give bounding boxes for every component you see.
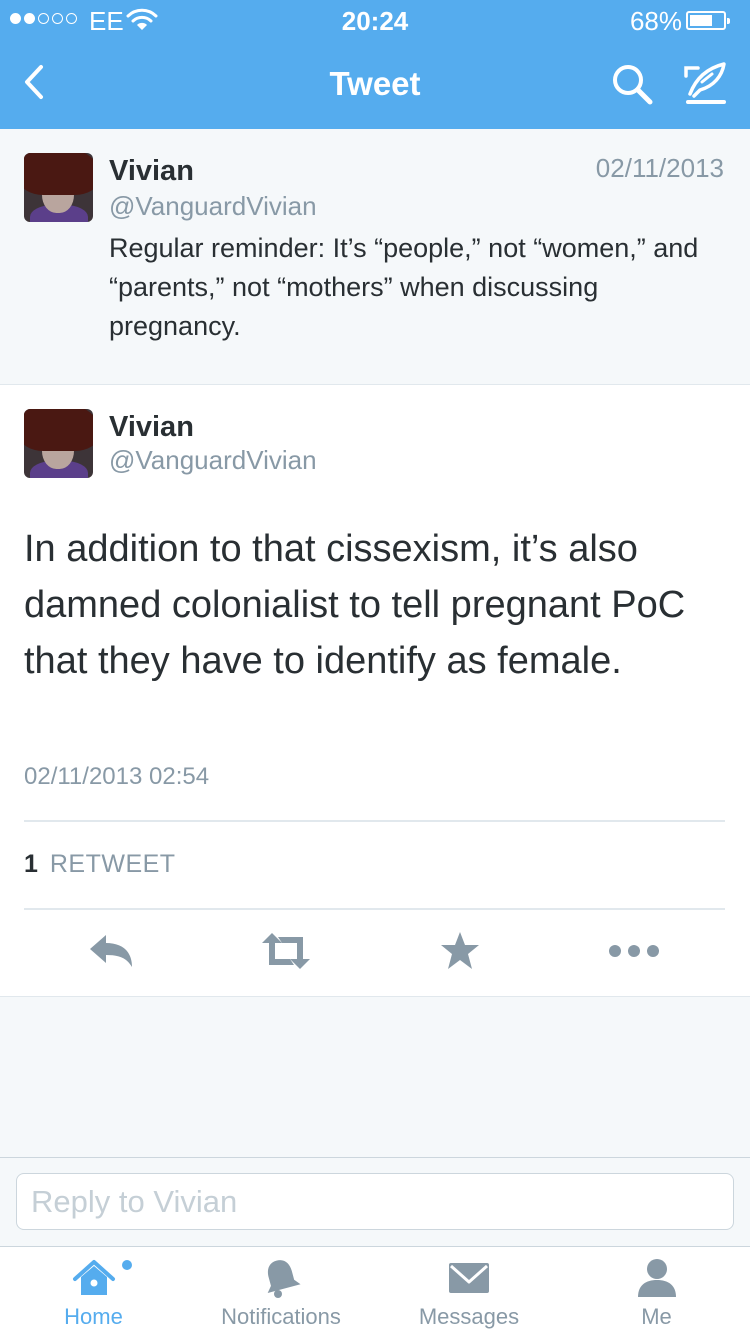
tab-label: Messages xyxy=(418,1304,520,1329)
retweet-count-label: RETWEET xyxy=(49,850,176,878)
retweet-icon xyxy=(262,933,310,969)
avatar[interactable] xyxy=(24,153,93,222)
tweet-date: 02/11/2013 xyxy=(595,153,724,183)
tab-messages[interactable]: Messages xyxy=(375,1247,563,1334)
avatar[interactable] xyxy=(24,409,93,478)
tweet-text: In addition to that cissexism, it’s also… xyxy=(24,528,686,682)
reply-bar xyxy=(0,1157,750,1246)
status-bar: EE 20:24 68% xyxy=(0,0,750,40)
tweet-author-handle[interactable]: @VanguardVivian xyxy=(109,191,317,222)
tab-notifications[interactable]: Notifications xyxy=(187,1247,375,1334)
tab-me[interactable]: Me xyxy=(563,1247,750,1334)
tab-label: Notifications xyxy=(221,1304,341,1329)
reply-input[interactable] xyxy=(16,1173,734,1230)
tweet-author-name[interactable]: Vivian xyxy=(109,411,194,444)
more-button[interactable] xyxy=(604,929,664,973)
tweet-text: Regular reminder: It’s “people,” not “wo… xyxy=(109,233,699,341)
tab-home[interactable]: Home xyxy=(0,1247,187,1334)
search-icon xyxy=(613,65,653,105)
retweet-button[interactable] xyxy=(256,929,316,973)
more-icon xyxy=(609,945,659,957)
battery-percent: 68% xyxy=(629,6,682,36)
parent-tweet[interactable]: Vivian @VanguardVivian 02/11/2013 Regula… xyxy=(0,129,750,385)
main-tweet: Vivian @VanguardVivian In addition to th… xyxy=(0,385,750,997)
tweet-author-name[interactable]: Vivian xyxy=(109,155,194,188)
new-activity-dot xyxy=(122,1260,132,1270)
reply-button[interactable] xyxy=(82,929,142,973)
envelope-icon xyxy=(449,1263,489,1293)
top-bar: EE 20:24 68% Tweet xyxy=(0,0,750,129)
home-icon xyxy=(72,1260,115,1295)
battery-icon xyxy=(686,11,730,30)
tweet-author-handle[interactable]: @VanguardVivian xyxy=(109,445,317,476)
search-button[interactable] xyxy=(610,62,656,108)
favorite-button[interactable] xyxy=(430,929,490,973)
reply-icon xyxy=(90,935,132,967)
compose-button[interactable] xyxy=(682,60,730,108)
compose-icon xyxy=(684,62,726,104)
divider xyxy=(24,820,725,822)
retweet-count-number: 1 xyxy=(24,850,39,878)
retweet-count[interactable]: 1 RETWEET xyxy=(24,850,176,879)
tweet-timestamp: 02/11/2013 02:54 xyxy=(24,763,210,790)
person-icon xyxy=(637,1259,676,1297)
bell-icon xyxy=(267,1260,301,1298)
tab-label: Me xyxy=(641,1304,672,1329)
favorite-icon xyxy=(441,932,479,969)
tab-label: Home xyxy=(64,1304,123,1329)
divider xyxy=(24,908,725,910)
tab-bar: Home Notifications Messages Me xyxy=(0,1246,750,1334)
